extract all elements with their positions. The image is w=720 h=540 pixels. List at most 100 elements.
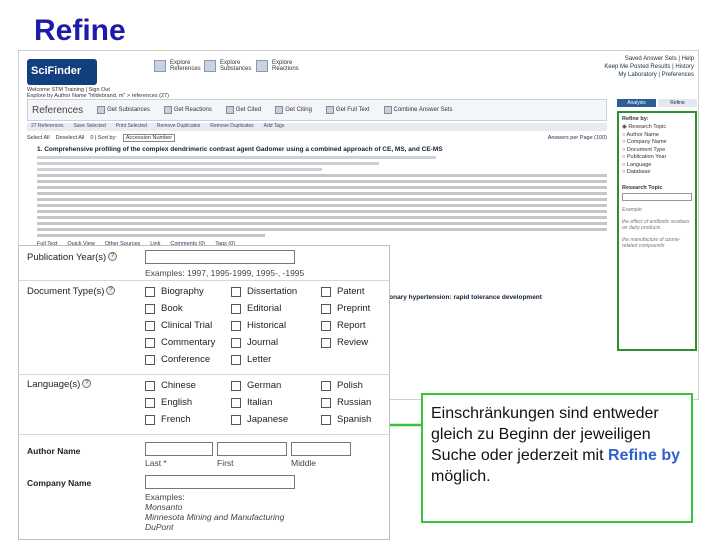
nav-explore-references[interactable]: Explore References bbox=[154, 60, 204, 72]
tab-references-count[interactable]: 27 References bbox=[31, 123, 64, 131]
checkbox-report[interactable]: Report bbox=[321, 320, 366, 331]
link-help[interactable]: Help bbox=[682, 56, 694, 62]
checkbox-box[interactable] bbox=[321, 380, 331, 391]
checkbox-historical[interactable]: Historical bbox=[231, 320, 286, 331]
checkbox-box[interactable] bbox=[231, 320, 241, 331]
checkbox-box[interactable] bbox=[321, 397, 331, 408]
checkbox-english[interactable]: English bbox=[145, 397, 192, 408]
nav-explore-substances[interactable]: Explore Substances bbox=[204, 60, 256, 72]
link-history[interactable]: History bbox=[675, 64, 694, 70]
checkbox-commentary[interactable]: Commentary bbox=[145, 337, 215, 348]
checkbox-german[interactable]: German bbox=[231, 380, 281, 391]
record-title[interactable]: 1. Comprehensive profiling of the comple… bbox=[37, 146, 607, 153]
refine-option[interactable]: ○ Language bbox=[622, 162, 692, 170]
select-all-link[interactable]: Select All bbox=[27, 135, 50, 141]
link-preferences[interactable]: Preferences bbox=[662, 72, 694, 78]
company-name-input[interactable] bbox=[145, 475, 295, 489]
nav-explore-reactions[interactable]: Explore Reactions bbox=[256, 60, 306, 72]
help-icon[interactable]: ? bbox=[108, 252, 118, 261]
refine-option[interactable]: ○ Publication Year bbox=[622, 154, 692, 162]
refine-option[interactable]: ○ Document Type bbox=[622, 147, 692, 155]
refine-option[interactable]: ○ Author Name bbox=[622, 132, 692, 140]
checkbox-patent[interactable]: Patent bbox=[321, 286, 364, 297]
tab-add-tags[interactable]: Add Tags bbox=[264, 123, 285, 131]
refine-option[interactable]: ○ Company Name bbox=[622, 139, 692, 147]
checkbox-box[interactable] bbox=[145, 380, 155, 391]
checkbox-russian[interactable]: Russian bbox=[321, 397, 371, 408]
checkbox-box[interactable] bbox=[231, 414, 241, 425]
checkbox-polish[interactable]: Polish bbox=[321, 380, 363, 391]
checkbox-box[interactable] bbox=[231, 380, 241, 391]
publication-year-input[interactable] bbox=[145, 250, 295, 264]
checkbox-box[interactable] bbox=[145, 303, 155, 314]
checkbox-letter[interactable]: Letter bbox=[231, 354, 271, 365]
checkbox-box[interactable] bbox=[145, 337, 155, 348]
checkbox-box[interactable] bbox=[231, 397, 241, 408]
checkbox-box[interactable] bbox=[231, 303, 241, 314]
checkbox-book[interactable]: Book bbox=[145, 303, 183, 314]
checkbox-box[interactable] bbox=[145, 320, 155, 331]
link-my-laboratory[interactable]: My Laboratory bbox=[618, 72, 656, 78]
checkbox-japanese[interactable]: Japanese bbox=[231, 414, 288, 425]
checkbox-biography[interactable]: Biography bbox=[145, 286, 204, 297]
get-cited-button[interactable]: Get Cited bbox=[225, 106, 261, 114]
checkbox-box[interactable] bbox=[321, 303, 331, 314]
research-topic-input[interactable] bbox=[622, 192, 692, 201]
deselect-all-link[interactable]: Deselect All bbox=[56, 135, 85, 141]
checkbox-chinese[interactable]: Chinese bbox=[145, 380, 196, 391]
refine-by-heading: Refine by: bbox=[622, 116, 649, 122]
checkbox-box[interactable] bbox=[321, 337, 331, 348]
checkbox-dissertation[interactable]: Dissertation bbox=[231, 286, 297, 297]
checkbox-box[interactable] bbox=[145, 414, 155, 425]
checkbox-label: Conference bbox=[161, 354, 211, 365]
checkbox-box[interactable] bbox=[145, 354, 155, 365]
checkbox-italian[interactable]: Italian bbox=[231, 397, 272, 408]
tab-analysis[interactable]: Analysis bbox=[617, 99, 656, 107]
checkbox-journal[interactable]: Journal bbox=[231, 337, 278, 348]
tab-save-selected[interactable]: Save Selected bbox=[74, 123, 106, 131]
get-reactions-button[interactable]: Get Reactions bbox=[163, 106, 212, 114]
company-name-label: Company Name bbox=[27, 478, 92, 488]
checkbox-review[interactable]: Review bbox=[321, 337, 368, 348]
get-full-text-button[interactable]: Get Full Text bbox=[325, 106, 370, 114]
author-middle-input[interactable] bbox=[291, 442, 351, 456]
link-kmp-results[interactable]: Keep Me Posted Results bbox=[604, 64, 670, 70]
checkbox-label: Polish bbox=[337, 380, 363, 391]
checkbox-box[interactable] bbox=[145, 286, 155, 297]
checkbox-french[interactable]: French bbox=[145, 414, 191, 425]
author-first-input[interactable] bbox=[217, 442, 287, 456]
sort-select[interactable]: Accession Number bbox=[122, 134, 176, 142]
checkbox-box[interactable] bbox=[231, 354, 241, 365]
checkbox-spanish[interactable]: Spanish bbox=[321, 414, 371, 425]
get-substances-button[interactable]: Get Substances bbox=[97, 106, 150, 114]
combine-answer-sets-button[interactable]: Combine Answer Sets bbox=[383, 106, 453, 114]
tab-remove-duplicates[interactable]: Remove Duplicates bbox=[157, 123, 200, 131]
publication-year-label: Publication Year(s)? bbox=[27, 252, 118, 263]
checkbox-box[interactable] bbox=[321, 320, 331, 331]
checkbox-label: Spanish bbox=[337, 414, 372, 425]
answers-per-page[interactable]: Answers per Page (100) bbox=[548, 135, 607, 141]
example-text: the effect of antibiotic residues on dai… bbox=[622, 218, 690, 231]
checkbox-label: Japanese bbox=[247, 414, 289, 425]
get-citing-button[interactable]: Get Citing bbox=[275, 106, 312, 114]
checkbox-box[interactable] bbox=[231, 337, 241, 348]
research-topic-label: Research Topic bbox=[622, 184, 663, 191]
link-saved-answer-sets[interactable]: Saved Answer Sets bbox=[625, 56, 677, 62]
checkbox-editorial[interactable]: Editorial bbox=[231, 303, 281, 314]
tab-refine[interactable]: Refine bbox=[658, 99, 697, 107]
refine-option[interactable]: ○ Database bbox=[622, 169, 692, 177]
checkbox-conference[interactable]: Conference bbox=[145, 354, 210, 365]
tab-remove-duplicates-2[interactable]: Remove Duplicates bbox=[210, 123, 253, 131]
checkbox-box[interactable] bbox=[231, 286, 241, 297]
help-icon[interactable]: ? bbox=[106, 286, 116, 295]
help-icon[interactable]: ? bbox=[82, 379, 92, 388]
tab-print-selected[interactable]: Print Selected bbox=[116, 123, 147, 131]
checkbox-box[interactable] bbox=[321, 414, 331, 425]
checkbox-clinical-trial[interactable]: Clinical Trial bbox=[145, 320, 212, 331]
checkbox-preprint[interactable]: Preprint bbox=[321, 303, 370, 314]
cited-icon bbox=[225, 106, 234, 114]
author-last-input[interactable] bbox=[145, 442, 213, 456]
checkbox-box[interactable] bbox=[321, 286, 331, 297]
checkbox-box[interactable] bbox=[145, 397, 155, 408]
refine-option[interactable]: ◉ Research Topic bbox=[622, 124, 692, 132]
